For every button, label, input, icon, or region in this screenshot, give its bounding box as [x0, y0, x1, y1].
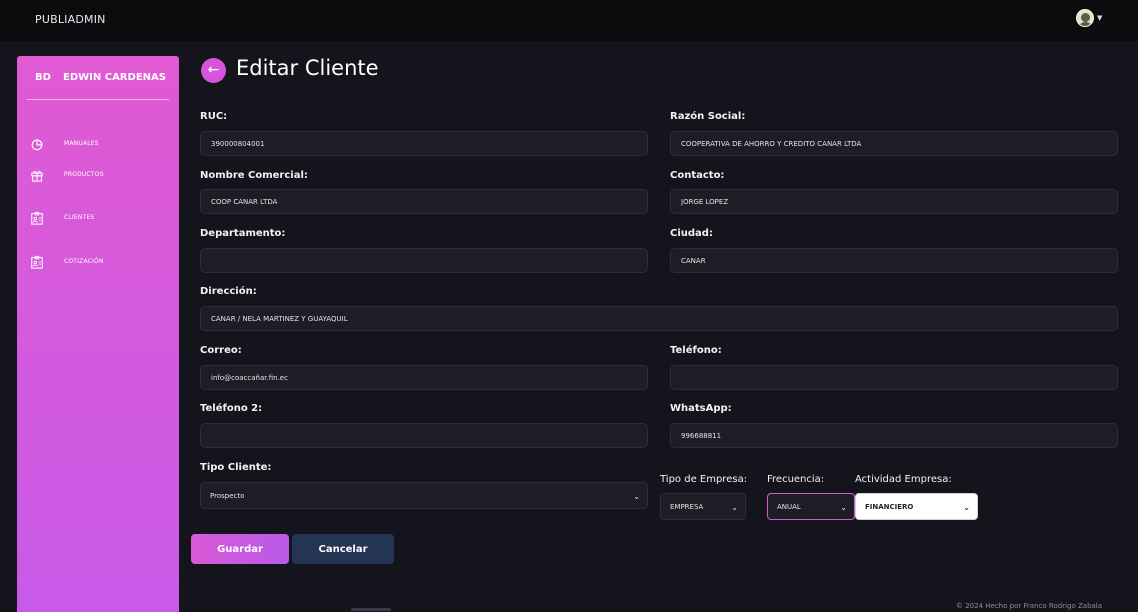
cancel-button[interactable]: Cancelar: [292, 534, 394, 564]
chevron-down-icon: ⌄: [963, 503, 970, 512]
sidebar-divider: [27, 99, 169, 100]
sidebar-item-cotizacion[interactable]: COTIZACIÓN: [17, 253, 179, 275]
departamento-input[interactable]: [200, 248, 648, 273]
id-card-icon: [31, 255, 43, 269]
actividad-empresa-label: Actividad Empresa:: [855, 474, 952, 485]
footer-credit: © 2024 Hecho por Franco Rodrigo Zabala: [956, 602, 1103, 610]
arrow-left-icon[interactable]: ←: [201, 58, 226, 83]
user-initials: BD: [35, 72, 51, 83]
chevron-down-icon: ⌄: [840, 503, 847, 512]
page-title: Editar Cliente: [236, 56, 379, 80]
user-avatar-icon[interactable]: [1076, 9, 1094, 27]
scrollbar-thumb[interactable]: [351, 608, 391, 611]
avatar-face: [1081, 13, 1090, 22]
telefono2-input[interactable]: [200, 423, 648, 448]
ruc-input[interactable]: [200, 131, 648, 156]
tipo-cliente-label: Tipo Cliente:: [200, 462, 272, 473]
tipo-cliente-value: Prospecto: [210, 492, 245, 500]
departamento-label: Departamento:: [200, 228, 286, 239]
sidebar: BD EDWIN CARDENAS MANUALES PRODUCTOS CLI…: [17, 56, 179, 612]
direccion-label: Dirección:: [200, 286, 257, 297]
sidebar-item-label: PRODUCTOS: [64, 171, 104, 178]
sidebar-item-label: CLIENTES: [64, 214, 95, 221]
user-name: EDWIN CARDENAS: [63, 72, 166, 83]
actividad-empresa-select[interactable]: FINANCIERO ⌄: [855, 493, 978, 520]
frecuencia-label: Frecuencia:: [767, 474, 825, 485]
pie-chart-icon: [31, 139, 43, 151]
sidebar-item-label: MANUALES: [64, 140, 99, 147]
contacto-label: Contacto:: [670, 170, 725, 181]
razon-social-input[interactable]: [670, 131, 1118, 156]
direccion-input[interactable]: [200, 306, 1118, 331]
razon-social-label: Razón Social:: [670, 111, 746, 122]
tipo-cliente-select[interactable]: Prospecto ⌄: [200, 482, 648, 509]
nombre-comercial-input[interactable]: [200, 189, 648, 214]
ciudad-input[interactable]: [670, 248, 1118, 273]
telefono2-label: Teléfono 2:: [200, 403, 263, 414]
chevron-down-icon: ⌄: [731, 503, 738, 512]
sidebar-item-productos[interactable]: PRODUCTOS: [17, 166, 179, 188]
save-button[interactable]: Guardar: [191, 534, 289, 564]
actividad-empresa-value: FINANCIERO: [865, 503, 914, 511]
top-navbar: PUBLIADMIN: [0, 0, 1138, 41]
chevron-down-icon: ⌄: [633, 492, 640, 501]
frecuencia-select[interactable]: ANUAL ⌄: [767, 493, 855, 520]
correo-input[interactable]: [200, 365, 648, 390]
telefono-label: Teléfono:: [670, 345, 722, 356]
tipo-empresa-value: EMPRESA: [670, 503, 704, 511]
telefono-input[interactable]: [670, 365, 1118, 390]
ruc-label: RUC:: [200, 111, 228, 122]
tipo-empresa-select[interactable]: EMPRESA ⌄: [660, 493, 746, 520]
sidebar-item-clientes[interactable]: CLIENTES: [17, 209, 179, 231]
chevron-down-icon[interactable]: ▼: [1097, 14, 1102, 22]
tipo-empresa-label: Tipo de Empresa:: [660, 474, 748, 485]
correo-label: Correo:: [200, 345, 242, 356]
brand-name[interactable]: PUBLIADMIN: [35, 13, 106, 26]
contacto-input[interactable]: [670, 189, 1118, 214]
ciudad-label: Ciudad:: [670, 228, 713, 239]
sidebar-user[interactable]: BD EDWIN CARDENAS: [17, 56, 179, 100]
sidebar-item-manuales[interactable]: MANUALES: [17, 135, 179, 157]
id-card-icon: [31, 211, 43, 225]
whatsapp-label: WhatsApp:: [670, 403, 732, 414]
gift-icon: [31, 170, 43, 182]
frecuencia-value: ANUAL: [777, 503, 801, 511]
nombre-comercial-label: Nombre Comercial:: [200, 170, 308, 181]
sidebar-item-label: COTIZACIÓN: [64, 258, 104, 265]
whatsapp-input[interactable]: [670, 423, 1118, 448]
